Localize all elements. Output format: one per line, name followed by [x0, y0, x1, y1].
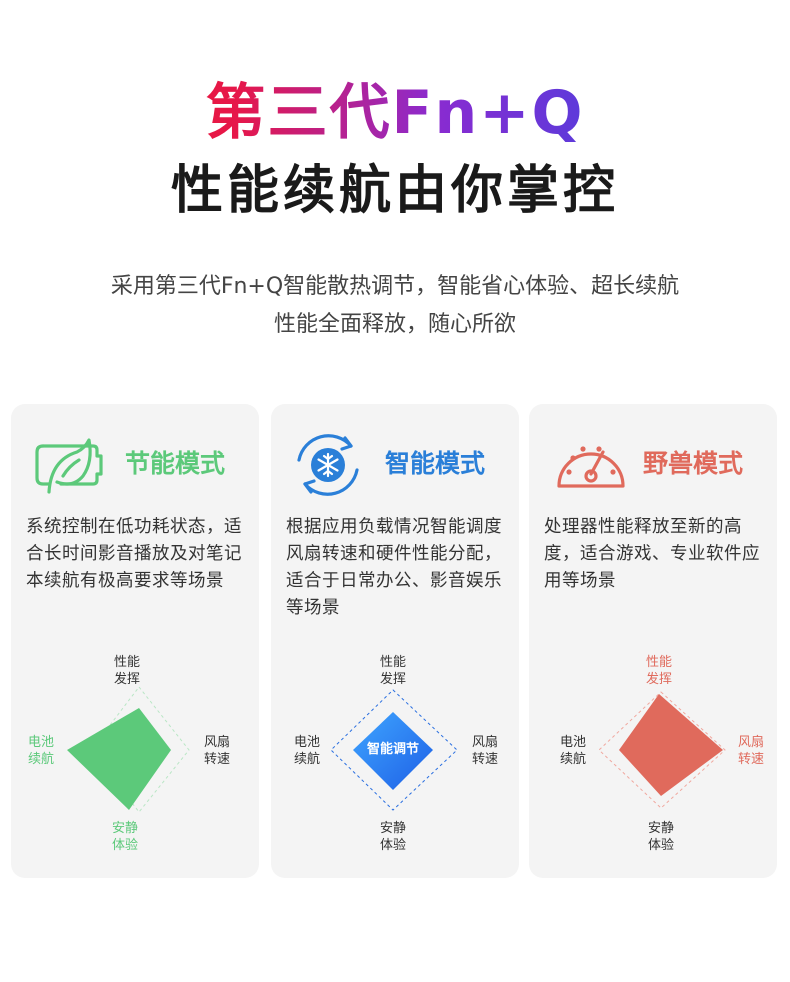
mode-card-header: 野兽模式: [529, 430, 777, 500]
axis-label-bottom: 安静 体验: [373, 820, 413, 854]
axis-label-bottom: 安静 体验: [105, 820, 145, 854]
axis-label-line: 转速: [203, 752, 230, 767]
axis-label-left: 电池 续航: [21, 734, 61, 768]
axis-label-line: 体验: [111, 838, 138, 853]
axis-label-line: 风扇: [737, 735, 764, 750]
mode-description-eco: 系统控制在低功耗状态，适合长时间影音播放及对笔记本续航有极高要求等场景: [26, 517, 242, 591]
axis-label-bottom: 安静 体验: [641, 820, 681, 854]
axis-label-line: 性能: [113, 655, 140, 670]
mode-card-smart: 智能模式 根据应用负载情况智能调度风扇转速和硬件性能分配，适合于日常办公、影音娱…: [271, 404, 519, 878]
axis-label-right: 风扇 转速: [197, 734, 237, 768]
axis-label-line: 电池: [27, 735, 54, 750]
hero-subtitle: 采用第三代Fn+Q智能散热调节，智能省心体验、超长续航 性能全面释放，随心所欲: [0, 268, 790, 344]
radar-chart-beast: 性能 发挥 电池 续航 风扇 转速 安静 体验: [529, 652, 777, 862]
axis-label-line: 转速: [737, 752, 764, 767]
hero-title-line1: 第三代Fn+Q: [0, 78, 790, 148]
mode-card-beast: 野兽模式 处理器性能释放至新的高度，适合游戏、专业软件应用等场景 性能 发挥 电…: [529, 404, 777, 878]
axis-label-top: 性能 发挥: [107, 654, 147, 688]
mode-title-eco: 节能模式: [125, 449, 226, 478]
radar-area: [619, 694, 723, 796]
axis-label-line: 性能: [645, 655, 672, 670]
axis-label-line: 续航: [27, 752, 54, 767]
speedometer-icon: [557, 446, 625, 488]
hero-subtitle-line2: 性能全面释放，随心所欲: [273, 312, 516, 337]
axis-label-line: 风扇: [471, 735, 498, 750]
axis-label-line: 安静: [111, 821, 138, 836]
mode-description-smart: 根据应用负载情况智能调度风扇转速和硬件性能分配，适合于日常办公、影音娱乐等场景: [286, 517, 502, 618]
mode-card-header: 智能模式: [271, 430, 519, 500]
mode-title-beast: 野兽模式: [643, 449, 744, 478]
axis-label-left: 电池 续航: [553, 734, 593, 768]
axis-label-line: 风扇: [203, 735, 230, 750]
radar-area: [67, 708, 171, 810]
hero-title-line2: 性能续航由你掌控: [170, 161, 619, 221]
radar-chart-eco: 性能 发挥 电池 续航 风扇 转速 安静 体验: [11, 652, 259, 862]
snowflake-cycle-icon: [297, 434, 359, 496]
axis-label-line: 续航: [293, 752, 320, 767]
mode-card-header: 节能模式: [11, 430, 259, 500]
axis-label-top: 性能 发挥: [639, 654, 679, 688]
leaf-battery-icon: [35, 438, 103, 494]
mode-title-smart: 智能模式: [385, 449, 486, 478]
axis-label-line: 体验: [379, 838, 406, 853]
axis-label-line: 转速: [471, 752, 498, 767]
axis-label-line: 性能: [379, 655, 406, 670]
axis-label-line: 发挥: [379, 672, 406, 687]
axis-label-right: 风扇 转速: [465, 734, 505, 768]
axis-label-line: 电池: [559, 735, 586, 750]
mode-card-eco: 节能模式 系统控制在低功耗状态，适合长时间影音播放及对笔记本续航有极高要求等场景…: [11, 404, 259, 878]
radar-chart-smart: 智能调节 性能 发挥 电池 续航 风扇 转速 安静 体验: [271, 652, 519, 862]
axis-label-top: 性能 发挥: [373, 654, 413, 688]
axis-label-line: 发挥: [645, 672, 672, 687]
radar-center-label: 智能调节: [366, 742, 419, 757]
axis-label-line: 发挥: [113, 672, 140, 687]
axis-label-left: 电池 续航: [287, 734, 327, 768]
axis-label-line: 安静: [379, 821, 406, 836]
mode-description-beast: 处理器性能释放至新的高度，适合游戏、专业软件应用等场景: [544, 517, 760, 591]
hero-subtitle-line1: 采用第三代Fn+Q智能散热调节，智能省心体验、超长续航: [110, 274, 680, 299]
axis-label-line: 体验: [647, 838, 674, 853]
axis-label-right: 风扇 转速: [731, 734, 771, 768]
axis-label-line: 续航: [559, 752, 586, 767]
axis-label-line: 电池: [293, 735, 320, 750]
axis-label-line: 安静: [647, 821, 674, 836]
